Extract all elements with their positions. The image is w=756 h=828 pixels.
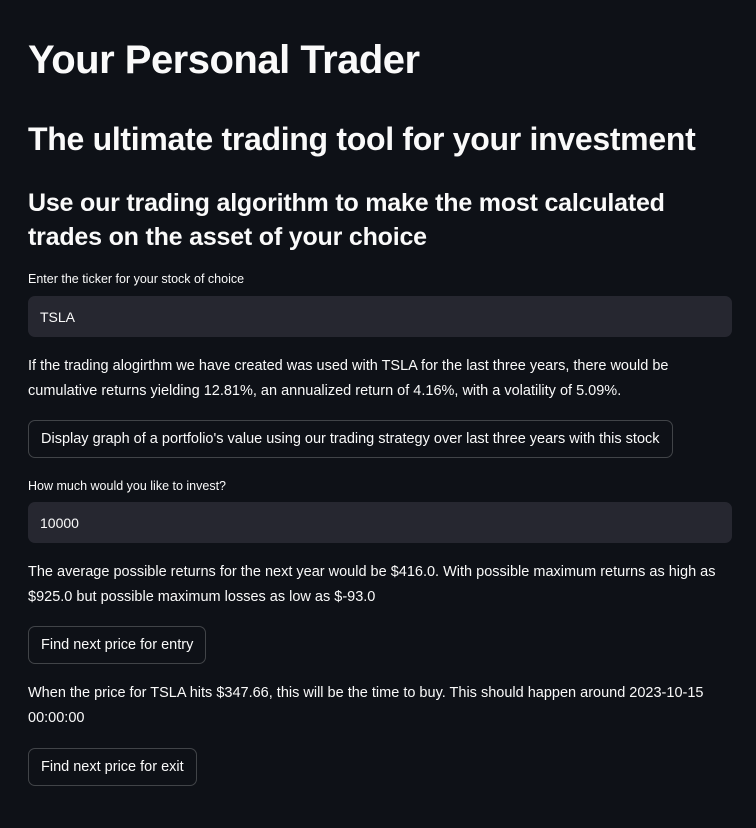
find-entry-price-button[interactable]: Find next price for entry — [28, 626, 207, 664]
entry-price-text: When the price for TSLA hits $347.66, th… — [28, 685, 704, 726]
display-graph-button[interactable]: Display graph of a portfolio's value usi… — [28, 420, 673, 458]
ticker-input[interactable] — [38, 307, 722, 326]
strategy-summary-text: If the trading alogirthm we have created… — [28, 358, 669, 399]
find-exit-price-button[interactable]: Find next price for exit — [28, 748, 197, 786]
invest-label: How much would you like to invest? — [28, 479, 227, 493]
invest-amount-input[interactable] — [38, 513, 722, 532]
page-title: Your Personal Trader — [28, 38, 420, 82]
ticker-input-container[interactable] — [28, 296, 732, 337]
page-tagline: Use our trading algorithm to make the mo… — [28, 189, 665, 251]
returns-text: The average possible returns for the nex… — [28, 564, 716, 605]
page-subtitle: The ultimate trading tool for your inves… — [28, 121, 696, 157]
ticker-label: Enter the ticker for your stock of choic… — [28, 272, 245, 286]
invest-input-container[interactable] — [28, 502, 732, 543]
